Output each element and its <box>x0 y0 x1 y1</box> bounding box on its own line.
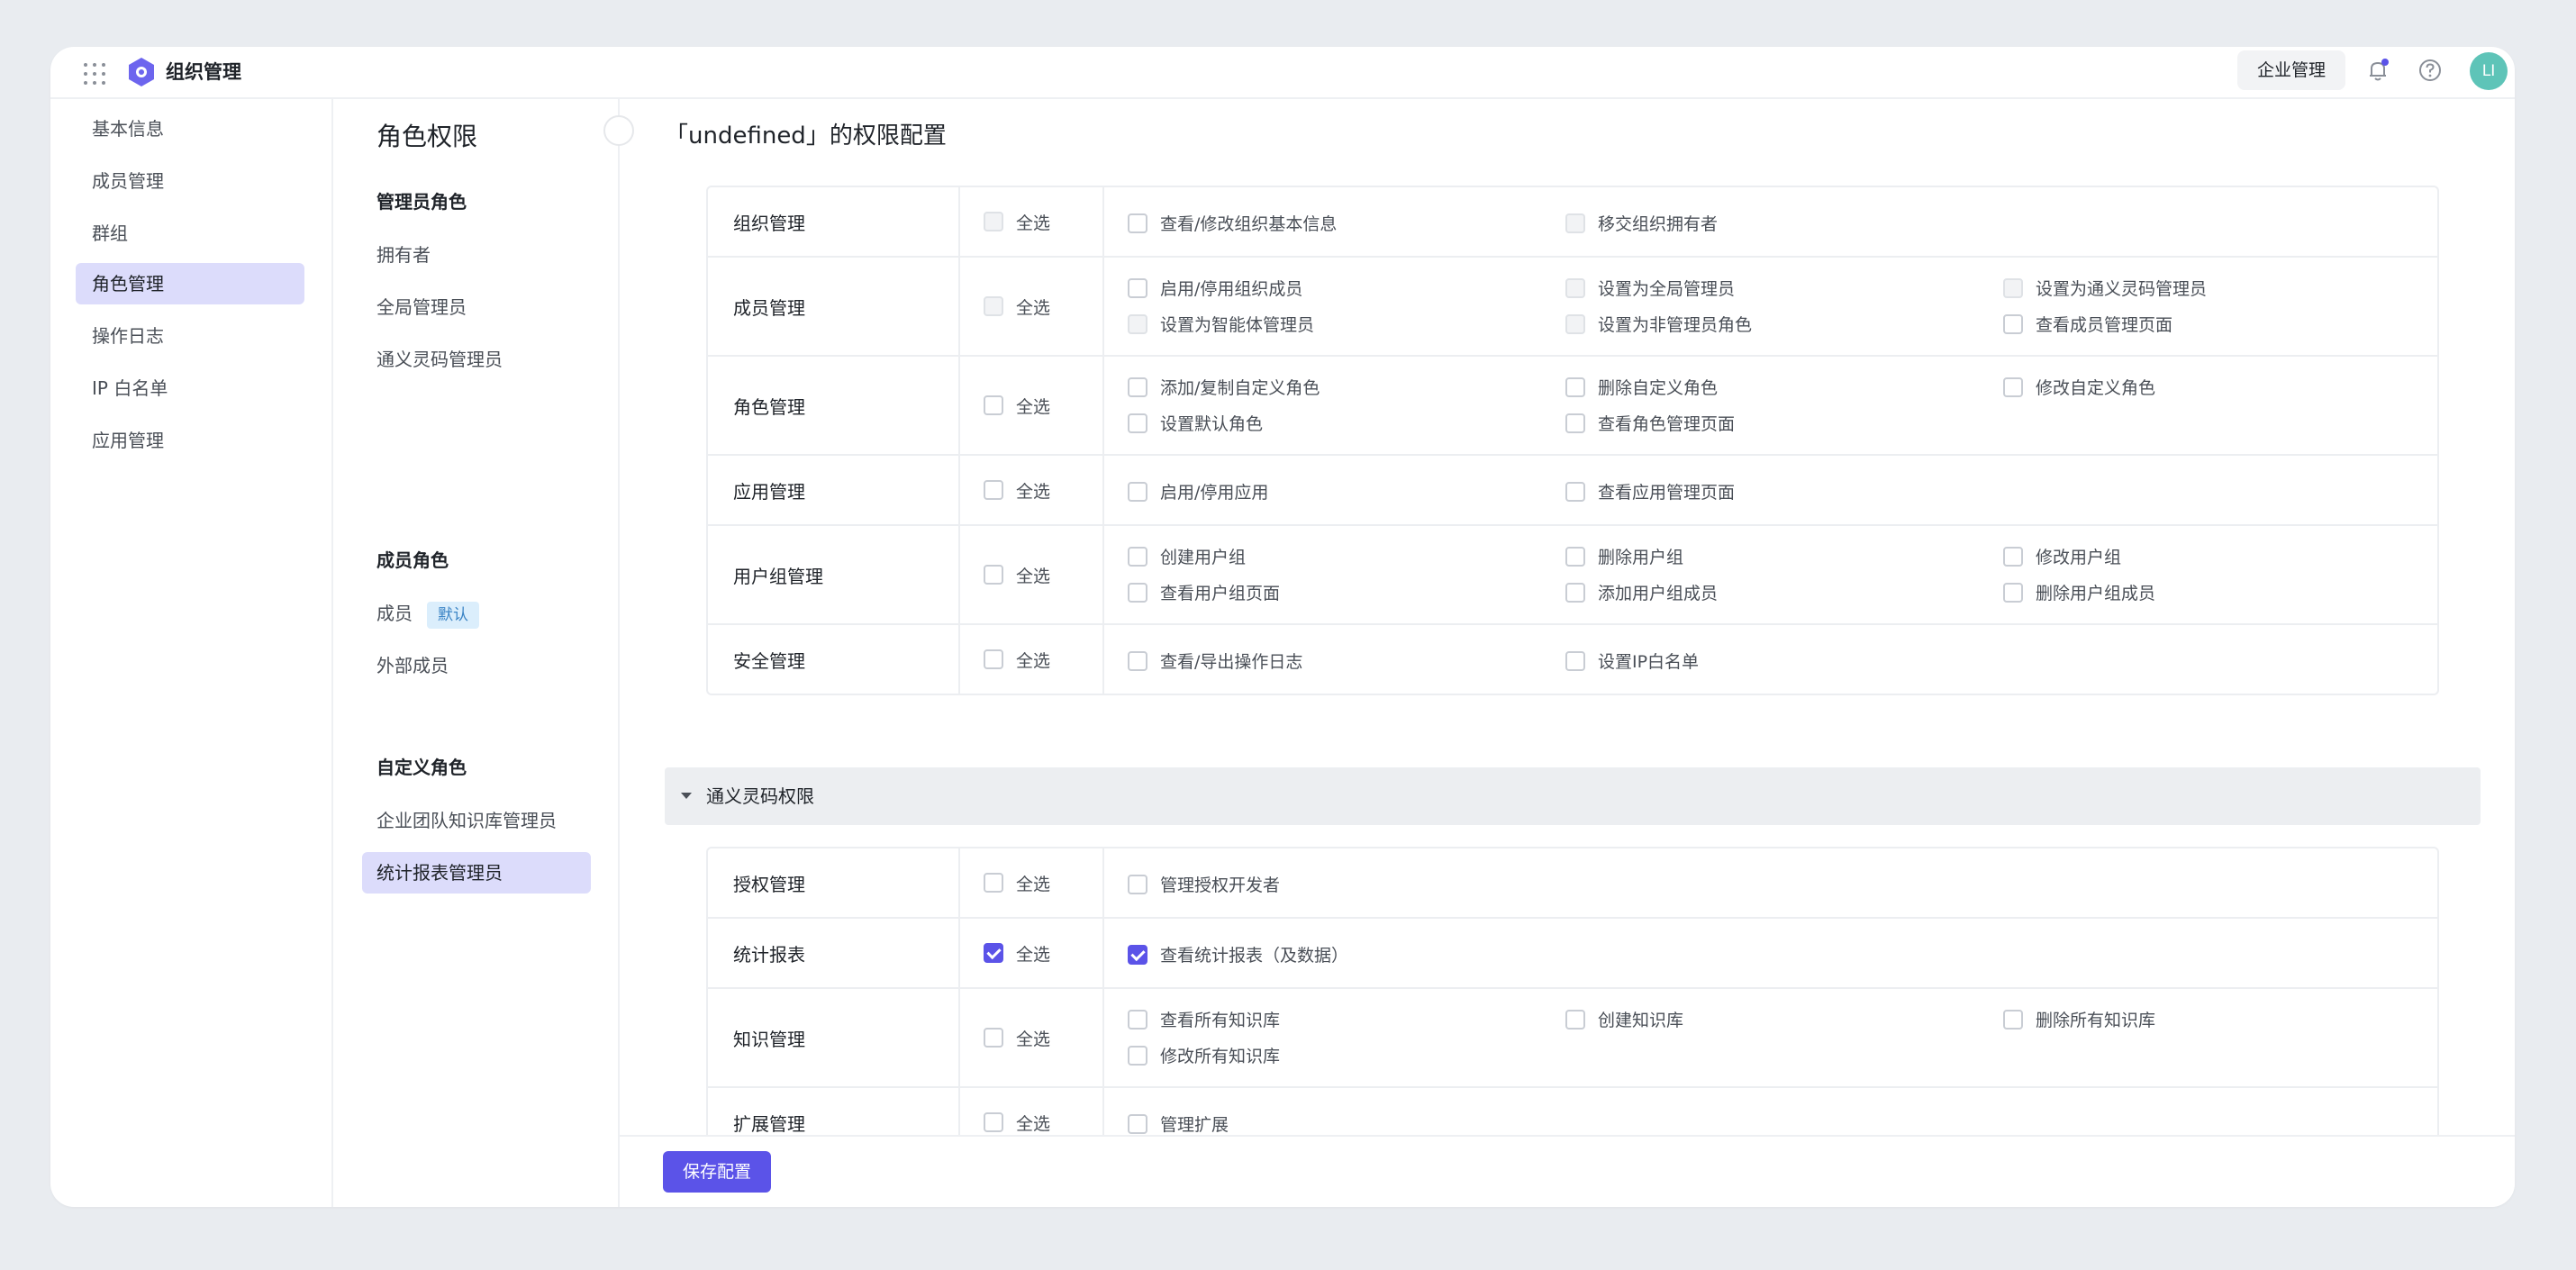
table-row: 用户组管理 全选 创建用户组 删除用户组 修改用户组 查看用户组页面 添加用户组… <box>708 526 2437 625</box>
permission-checkbox[interactable]: 管理扩展 <box>1128 1111 1229 1136</box>
permission-checkbox[interactable]: 启用/停用应用 <box>1128 479 1268 503</box>
lingma-section-header[interactable]: 通义灵码权限 <box>665 767 2481 825</box>
table-row: 组织管理 全选 查看/修改组织基本信息 移交组织拥有者 <box>708 187 2437 258</box>
permission-checkbox[interactable]: 设置默认角色 <box>1128 411 1263 435</box>
sidebar-item-groups[interactable]: 群组 <box>76 213 304 254</box>
org-permission-table: 组织管理 全选 查看/修改组织基本信息 移交组织拥有者 成员管理 全选 启用/停… <box>706 186 2439 695</box>
permission-group-name: 知识管理 <box>708 989 960 1086</box>
table-row: 角色管理 全选 添加/复制自定义角色 删除自定义角色 修改自定义角色 设置默认角… <box>708 357 2437 456</box>
table-row: 成员管理 全选 启用/停用组织成员 设置为全局管理员 设置为通义灵码管理员 设置… <box>708 258 2437 357</box>
bell-icon[interactable] <box>2363 56 2392 85</box>
sidebar-item-members[interactable]: 成员管理 <box>76 160 304 202</box>
permission-checkbox[interactable]: 设置为非管理员角色 <box>1565 312 1752 336</box>
table-row: 安全管理 全选 查看/导出操作日志 设置IP白名单 <box>708 625 2437 694</box>
config-title: 「undefined」的权限配置 <box>665 122 947 150</box>
page-title: 组织管理 <box>166 61 241 83</box>
permission-group-name: 授权管理 <box>708 848 960 917</box>
role-item-global-admin[interactable]: 全局管理员 <box>362 286 591 328</box>
role-item-report-admin[interactable]: 统计报表管理员 <box>362 852 591 894</box>
select-all-checkbox[interactable]: 全选 <box>960 919 1104 987</box>
permission-checkbox[interactable]: 查看角色管理页面 <box>1565 411 1735 435</box>
role-item-member[interactable]: 成员 默认 <box>362 593 591 634</box>
permission-checkbox[interactable]: 添加用户组成员 <box>1565 580 1718 604</box>
app-window: 组织管理 企业管理 LI 基本信息 成员管理 群组 角色管理 操作日志 IP 白… <box>50 47 2515 1207</box>
org-logo-icon <box>129 58 154 86</box>
sidebar-item-operation-log[interactable]: 操作日志 <box>76 315 304 357</box>
permission-config-panel: 「undefined」的权限配置 组织管理 全选 查看/修改组织基本信息 移交组… <box>620 99 2515 1207</box>
permission-checkbox[interactable]: 查看用户组页面 <box>1128 580 1280 604</box>
custom-role-group-title: 自定义角色 <box>376 757 467 778</box>
default-badge: 默认 <box>427 601 479 629</box>
sidebar-nav: 基本信息 成员管理 群组 角色管理 操作日志 IP 白名单 应用管理 <box>50 99 333 1207</box>
permission-group-name: 安全管理 <box>708 625 960 694</box>
permission-checkbox[interactable]: 添加/复制自定义角色 <box>1128 375 1320 399</box>
permission-checkbox[interactable]: 删除自定义角色 <box>1565 375 1718 399</box>
permission-checkbox[interactable]: 设置为智能体管理员 <box>1128 312 1314 336</box>
role-item-owner[interactable]: 拥有者 <box>362 234 591 276</box>
select-all-checkbox[interactable]: 全选 <box>960 526 1104 623</box>
permission-checkbox[interactable]: 查看统计报表（及数据） <box>1128 942 1348 966</box>
permission-checkbox[interactable]: 删除所有知识库 <box>2003 1007 2155 1031</box>
app-grid-icon[interactable] <box>81 60 106 86</box>
permission-checkbox[interactable]: 删除用户组 <box>1565 544 1683 568</box>
sidebar-item-basic-info[interactable]: 基本信息 <box>76 108 304 150</box>
permission-checkbox[interactable]: 查看应用管理页面 <box>1565 479 1735 503</box>
table-row: 统计报表 全选 查看统计报表（及数据） <box>708 919 2437 989</box>
permission-group-name: 用户组管理 <box>708 526 960 623</box>
permission-checkbox[interactable]: 删除用户组成员 <box>2003 580 2155 604</box>
sidebar-item-ip-whitelist[interactable]: IP 白名单 <box>76 367 304 409</box>
select-all-checkbox[interactable]: 全选 <box>960 625 1104 694</box>
permission-group-name: 角色管理 <box>708 357 960 454</box>
permission-checkbox[interactable]: 移交组织拥有者 <box>1565 211 1718 235</box>
select-all-checkbox[interactable]: 全选 <box>960 357 1104 454</box>
select-all-checkbox[interactable]: 全选 <box>960 187 1104 256</box>
select-all-checkbox[interactable]: 全选 <box>960 456 1104 524</box>
sidebar-item-roles[interactable]: 角色管理 <box>76 263 304 304</box>
avatar[interactable]: LI <box>2470 52 2508 90</box>
permission-group-name: 应用管理 <box>708 456 960 524</box>
table-row: 应用管理 全选 启用/停用应用 查看应用管理页面 <box>708 456 2437 526</box>
permission-checkbox[interactable]: 设置为全局管理员 <box>1565 276 1735 300</box>
permission-checkbox[interactable]: 创建知识库 <box>1565 1007 1683 1031</box>
permission-checkbox[interactable]: 管理授权开发者 <box>1128 872 1280 896</box>
permission-checkbox[interactable]: 查看/修改组织基本信息 <box>1128 211 1337 235</box>
permission-checkbox[interactable]: 查看/导出操作日志 <box>1128 649 1302 673</box>
permission-checkbox[interactable]: 修改用户组 <box>2003 544 2121 568</box>
permission-group-name: 组织管理 <box>708 187 960 256</box>
permission-checkbox[interactable]: 创建用户组 <box>1128 544 1246 568</box>
permission-checkbox[interactable]: 启用/停用组织成员 <box>1128 276 1302 300</box>
roles-title: 角色权限 <box>376 122 478 151</box>
permission-checkbox[interactable]: 修改所有知识库 <box>1128 1043 1280 1067</box>
caret-down-icon <box>681 793 692 799</box>
roles-panel: 角色权限 管理员角色 拥有者 全局管理员 通义灵码管理员 成员角色 成员 默认 外… <box>333 99 620 1207</box>
admin-role-group-title: 管理员角色 <box>376 191 467 213</box>
footer-bar: 保存配置 <box>620 1135 2515 1207</box>
save-config-button[interactable]: 保存配置 <box>663 1151 772 1193</box>
role-item-label: 成员 <box>376 603 413 624</box>
table-row: 授权管理 全选 管理授权开发者 <box>708 848 2437 919</box>
select-all-checkbox[interactable]: 全选 <box>960 989 1104 1086</box>
permission-checkbox[interactable]: 查看成员管理页面 <box>2003 312 2172 336</box>
table-row: 知识管理 全选 查看所有知识库 创建知识库 删除所有知识库 修改所有知识库 <box>708 989 2437 1088</box>
role-item-lingma-admin[interactable]: 通义灵码管理员 <box>362 339 591 380</box>
enterprise-management-button[interactable]: 企业管理 <box>2236 50 2345 90</box>
permission-group-name: 成员管理 <box>708 258 960 355</box>
permission-checkbox[interactable]: 查看所有知识库 <box>1128 1007 1280 1031</box>
member-role-group-title: 成员角色 <box>376 549 449 571</box>
select-all-checkbox[interactable]: 全选 <box>960 258 1104 355</box>
select-all-checkbox[interactable]: 全选 <box>960 848 1104 917</box>
role-item-external-member[interactable]: 外部成员 <box>362 645 591 686</box>
help-icon[interactable] <box>2416 56 2444 85</box>
lingma-permission-table: 授权管理 全选 管理授权开发者 统计报表 全选 查看统计报表（及数据） 知识管理… <box>706 847 2439 1180</box>
sidebar-item-apps[interactable]: 应用管理 <box>76 420 304 461</box>
top-bar: 组织管理 企业管理 LI <box>50 47 2515 99</box>
role-item-kb-admin[interactable]: 企业团队知识库管理员 <box>362 800 591 841</box>
permission-group-name: 统计报表 <box>708 919 960 987</box>
permission-checkbox[interactable]: 设置IP白名单 <box>1565 649 1699 673</box>
permission-checkbox[interactable]: 修改自定义角色 <box>2003 375 2155 399</box>
permission-checkbox[interactable]: 设置为通义灵码管理员 <box>2003 276 2207 300</box>
